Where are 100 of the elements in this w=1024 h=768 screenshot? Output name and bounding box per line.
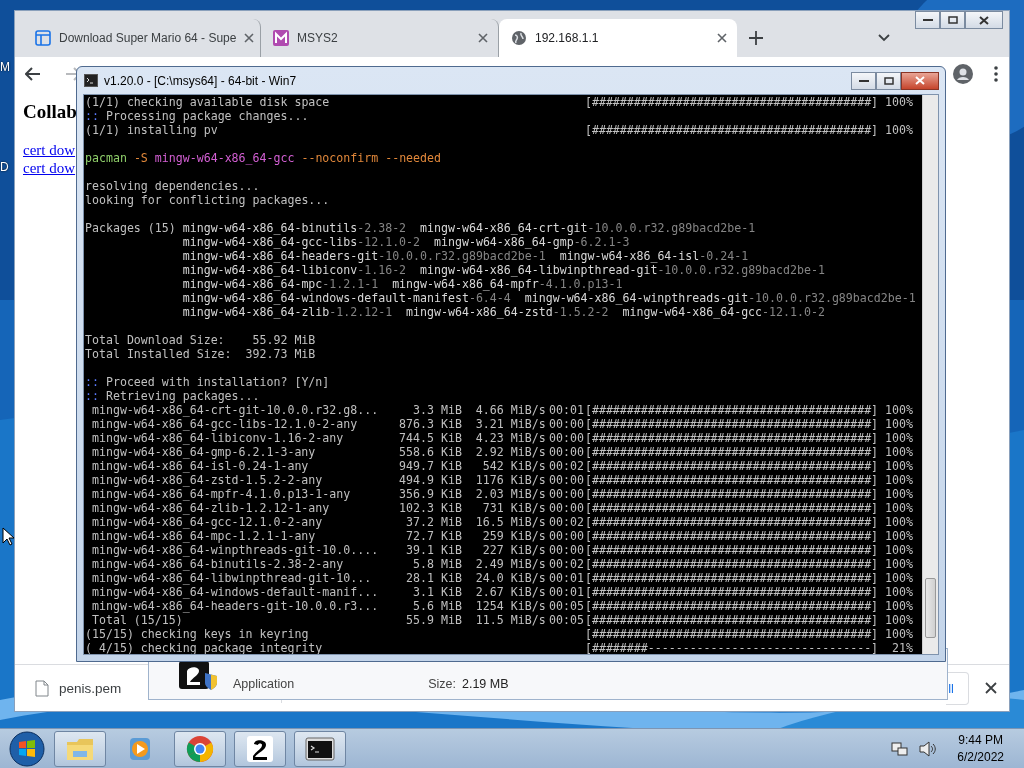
package-name: mingw-w64-x86_64-libwinpthread-git-10... [91,571,373,585]
package-name: mingw-w64-x86_64-isl-0.24-1-any [91,459,310,473]
package-entry: mingw-w64-x86_64-gcc-12.1.0-2 [622,305,825,319]
progress-text: [########################################] [584,613,879,627]
package-entry: mingw-w64-x86_64-mpc-1.2.1-1 [182,277,379,291]
size-text: 55.9 MiB [405,613,462,627]
package-name: mingw-w64-x86_64-gmp-6.2.1-3-any [91,445,317,459]
progress-text: [########################################] [584,459,879,473]
percent-text: 100% [884,529,913,543]
package-name: mingw-w64-x86_64-mpfr-4.1.0.p13-1-any [91,487,352,501]
speed-text: 3.21 MiB/s [474,417,546,431]
show-all-button[interactable]: ll [946,671,969,705]
package-name: mingw-w64-x86_64-zstd-1.5.2-2-any [91,473,324,487]
terminal-text: (1/1) checking available disk space [85,95,330,109]
window-title: v1.20.0 - [C:\msys64] - 64-bit - Win7 [104,73,297,88]
percent-text: 100% [884,599,913,613]
package-entry: mingw-w64-x86_64-gmp-6.2.1-3 [434,235,630,249]
progress-text: [########################################] [584,585,879,599]
time-text: 00:02 [548,557,584,571]
size-text: 949.7 KiB [398,459,462,473]
speed-text: 4.23 MiB/s [474,431,546,445]
progress-text: [########################################] [584,487,879,501]
size-text: 5.8 MiB [412,557,462,571]
package-name: mingw-w64-x86_64-mpc-1.2.1-1-any [91,529,317,543]
package-entry: mingw-w64-x86_64-binutils-2.38-2 [182,221,407,235]
time-text: 00:05 [548,613,584,627]
progress-text: [########################################] [584,557,879,571]
size-text: 72.7 KiB [405,529,462,543]
browser-tab[interactable]: MSYS2 [261,19,499,57]
package-entry: mingw-w64-x86_64-headers-git-10.0.0.r32.g89bacd2be-1 [182,249,546,263]
package-name: mingw-w64-x86_64-libiconv-1.16-2-any [91,431,345,445]
size-text: 392.73 MiB [244,347,316,361]
size-text: 3.3 MiB [412,403,462,417]
browser-tab[interactable]: 192.168.1.1 [499,19,737,57]
desktop-icon-label[interactable]: D [0,160,9,174]
progress-text: [########################################] [584,123,879,137]
speed-text: 4.66 MiB/s [474,403,546,417]
size-text: 356.9 KiB [398,487,462,501]
progress-text: [########################################] [584,95,879,109]
time-text: 00:00 [548,431,584,445]
percent-text: 100% [884,431,913,445]
link[interactable]: cert dow [23,159,76,177]
percent-text: 100% [884,487,913,501]
time-text: 00:01 [548,403,584,417]
file-name[interactable]: penis.pem [59,680,122,696]
time-text: 00:05 [548,599,584,613]
speed-text: 1254 KiB/s [474,599,546,613]
speed-text: 227 KiB/s [481,543,546,557]
speed-text: 542 KiB/s [481,459,546,473]
page-heading: Collab [23,101,77,123]
size-label: Size: [428,677,456,691]
terminal-text: :: Processing package changes... [85,109,309,123]
percent-text: 100% [884,571,913,585]
package-name: mingw-w64-x86_64-binutils-2.38-2-any [91,557,345,571]
size-value: 2.19 MB [461,677,509,691]
package-name: mingw-w64-x86_64-winpthreads-git-10.0.... [91,543,379,557]
size-text: 744.5 KiB [398,431,462,445]
time-text: 00:02 [548,515,584,529]
package-name: mingw-w64-x86_64-gcc-libs-12.1.0-2-any [91,417,359,431]
speed-text: 2.92 MiB/s [474,445,546,459]
time-text: 00:00 [548,417,584,431]
percent-text: 100% [884,543,913,557]
terminal-text: (1/1) installing pv [85,123,218,137]
clock-time[interactable]: 9:44 PM [958,731,1003,749]
time-text: 00:00 [548,445,584,459]
browser-tab[interactable]: Download Super Mario 64 - Supe [23,19,261,57]
clock-date[interactable]: 6/2/2022 [957,748,1004,766]
speed-text: 2.67 KiB/s [474,585,546,599]
percent-text: 100% [884,557,913,571]
speed-text: 11.5 MiB/s [474,613,546,627]
package-name: mingw-w64-x86_64-crt-git-10.0.0.r32.g8... [91,403,379,417]
percent-text: 100% [884,123,913,137]
desktop-icon-label[interactable]: M [0,60,10,74]
progress-text: [########################################] [584,445,879,459]
package-entry: mingw-w64-x86_64-isl-0.24-1 [559,249,749,263]
speed-text: 731 KiB/s [481,501,546,515]
percent-text: 21% [891,641,913,654]
package-entry: mingw-w64-x86_64-zstd-1.5.2-2 [406,305,609,319]
link[interactable]: cert dow [23,141,76,159]
package-entry: mingw-w64-x86_64-winpthreads-git-10.0.0.r32.g89bacd2be-1 [524,291,916,305]
time-text: 00:00 [548,529,584,543]
speed-text: 2.49 MiB/s [474,557,546,571]
time-text: 00:00 [548,473,584,487]
size-text: 39.1 KiB [405,543,462,557]
terminal-text: resolving dependencies... [85,179,260,193]
size-text: 5.6 MiB [412,599,462,613]
percent-text: 100% [884,627,913,641]
time-text: 00:01 [548,571,584,585]
progress-text: [########################################] [584,599,879,613]
terminal-text: (15/15) checking keys in keyring [85,627,309,641]
package-entry: mingw-w64-x86_64-windows-default-manifest-6.4-4 [182,291,511,305]
package-name: mingw-w64-x86_64-headers-git-10.0.0.r3... [91,599,379,613]
terminal-text: looking for conflicting packages... [85,193,330,207]
terminal-text: :: Proceed with installation? [Y/n] [85,375,330,389]
speed-text: 259 KiB/s [481,529,546,543]
package-entry: mingw-w64-x86_64-zlib-1.2.12-1 [182,305,393,319]
package-name: mingw-w64-x86_64-gcc-12.1.0-2-any [91,515,324,529]
terminal-text: Packages (15) [85,221,177,235]
progress-text: [########################################] [584,571,879,585]
speed-text: 2.03 MiB/s [474,487,546,501]
